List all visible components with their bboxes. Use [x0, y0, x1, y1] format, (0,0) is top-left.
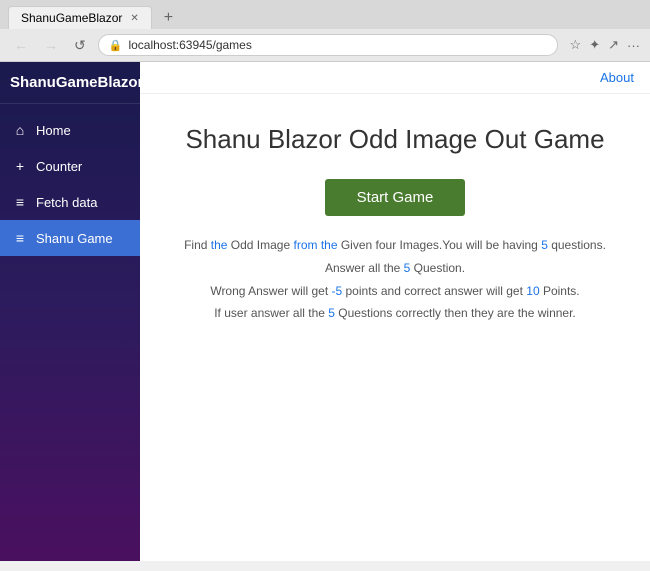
content-area: Shanu Blazor Odd Image Out Game Start Ga… [140, 94, 650, 561]
browser-tab[interactable]: ShanuGameBlazor ✕ [8, 6, 152, 29]
description-line-2: Answer all the 5 Question. [184, 257, 606, 280]
sidebar-item-fetch-data[interactable]: ≡ Fetch data [0, 184, 140, 220]
about-link[interactable]: About [600, 70, 634, 85]
app-layout: ShanuGameBlazor ⌂ Home + Counter ≡ Fetch… [0, 62, 650, 561]
address-input-container: 🔒 [98, 34, 558, 56]
bookmark-icon[interactable]: ☆ [570, 37, 582, 53]
sidebar: ShanuGameBlazor ⌂ Home + Counter ≡ Fetch… [0, 62, 140, 561]
url-input[interactable] [128, 38, 546, 52]
topbar: About [140, 62, 650, 94]
sidebar-item-counter[interactable]: + Counter [0, 148, 140, 184]
sidebar-item-counter-label: Counter [36, 159, 82, 174]
sidebar-item-shanu-label: Shanu Game [36, 231, 113, 246]
sidebar-item-shanu-game[interactable]: ≡ Shanu Game [0, 220, 140, 256]
back-button[interactable]: ← [10, 35, 32, 55]
sidebar-item-fetch-label: Fetch data [36, 195, 97, 210]
new-tab-button[interactable]: + [156, 7, 181, 29]
plus-icon: + [12, 158, 28, 174]
sidebar-item-home[interactable]: ⌂ Home [0, 112, 140, 148]
tab-title: ShanuGameBlazor [21, 11, 122, 25]
sidebar-nav: ⌂ Home + Counter ≡ Fetch data ≡ Shanu Ga… [0, 104, 140, 256]
address-bar: ← → ↺ 🔒 ☆ ✦ ↗ ··· [0, 29, 650, 61]
address-icons: ☆ ✦ ↗ ··· [570, 37, 640, 53]
home-icon: ⌂ [12, 122, 28, 138]
tab-bar: ShanuGameBlazor ✕ + [0, 0, 650, 29]
forward-button[interactable]: → [40, 35, 62, 55]
star-icon[interactable]: ✦ [589, 37, 600, 53]
sidebar-title: ShanuGameBlazor [0, 62, 140, 104]
main-content: About Shanu Blazor Odd Image Out Game St… [140, 62, 650, 561]
list-icon: ≡ [12, 194, 28, 210]
sidebar-item-home-label: Home [36, 123, 71, 138]
share-icon[interactable]: ↗ [608, 37, 619, 53]
tab-close-button[interactable]: ✕ [130, 13, 138, 24]
start-game-button[interactable]: Start Game [325, 179, 466, 216]
browser-chrome: ShanuGameBlazor ✕ + ← → ↺ 🔒 ☆ ✦ ↗ ··· [0, 0, 650, 62]
description-line-1: Find the Odd Image from the Given four I… [184, 234, 606, 257]
refresh-button[interactable]: ↺ [70, 35, 90, 56]
lock-icon: 🔒 [109, 39, 123, 52]
menu-icon[interactable]: ··· [627, 38, 640, 53]
description-line-3: Wrong Answer will get -5 points and corr… [184, 280, 606, 303]
game-description: Find the Odd Image from the Given four I… [184, 234, 606, 325]
grid-icon: ≡ [12, 230, 28, 246]
page-heading: Shanu Blazor Odd Image Out Game [185, 124, 604, 155]
description-line-4: If user answer all the 5 Questions corre… [184, 302, 606, 325]
